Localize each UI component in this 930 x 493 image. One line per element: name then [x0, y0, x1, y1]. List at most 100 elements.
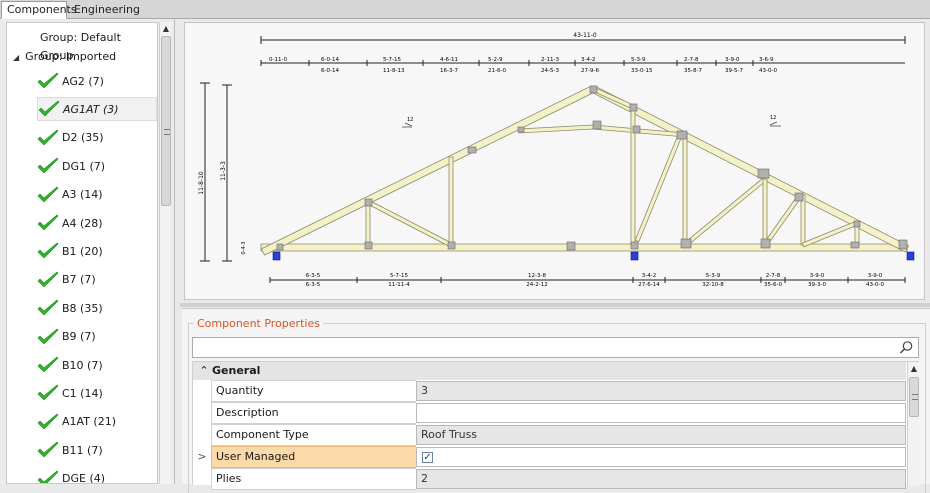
web	[365, 201, 371, 249]
properties-search-input[interactable]	[193, 338, 893, 357]
checkmark-icon	[37, 242, 59, 259]
checkmark-icon	[37, 214, 59, 231]
tree-scrollbar[interactable]: ▲	[159, 22, 171, 484]
tree-item[interactable]: B1 (20)	[37, 239, 157, 263]
bottom-cumulative-label: 6-3-5	[306, 282, 321, 288]
tree-item[interactable]: AG1AT (3)	[37, 97, 157, 122]
bearing-support	[906, 251, 915, 261]
height-total-label: 11-8-10	[198, 171, 205, 195]
tree-item[interactable]: B8 (35)	[37, 296, 157, 320]
connector-plate	[794, 192, 804, 202]
bottom-cumulative-label: 24-2-12	[526, 282, 547, 288]
row-indicator	[193, 380, 211, 402]
panel-splitter[interactable]	[180, 303, 930, 307]
top-dim-label: 4-6-11	[440, 57, 458, 63]
tab-bar: Components Engineering	[0, 0, 930, 19]
top-cumulative-label: 35-8-7	[684, 68, 702, 74]
property-value: 3	[416, 381, 906, 401]
tab-engineering[interactable]: Engineering	[68, 1, 140, 19]
web	[591, 86, 635, 110]
collapse-chevron-icon[interactable]: ⌃	[196, 362, 212, 380]
property-name[interactable]: Description	[211, 402, 416, 424]
tree-item[interactable]: DG1 (7)	[37, 154, 157, 178]
properties-search-box[interactable]	[192, 337, 919, 358]
property-row[interactable]: Component Type Roof Truss	[193, 424, 906, 446]
tree-item[interactable]: AG2 (7)	[37, 69, 157, 93]
web	[634, 131, 684, 243]
pitch-left-icon	[402, 122, 413, 128]
top-dim-label: 5-3-9	[631, 57, 646, 63]
bearing-support	[272, 251, 281, 261]
property-name[interactable]: Component Type	[211, 424, 416, 446]
tree-item[interactable]: A3 (14)	[37, 183, 157, 207]
property-row[interactable]: > User Managed ✓	[193, 446, 906, 468]
top-cumulative-label: 27-9-6	[581, 68, 599, 74]
tab-components[interactable]: Components	[1, 1, 77, 19]
top-dim-label: 3-6-9	[759, 57, 774, 63]
property-row[interactable]: Plies 2	[193, 468, 906, 490]
tree-item[interactable]: D2 (35)	[37, 126, 157, 150]
tree-group-default[interactable]: Group: Default Group	[40, 29, 157, 62]
property-value[interactable]: ✓	[416, 447, 906, 467]
property-value[interactable]	[416, 403, 906, 423]
properties-title: Component Properties	[194, 317, 323, 330]
connector-plate	[629, 103, 638, 112]
row-indicator	[193, 402, 211, 424]
connector-plate	[760, 238, 771, 249]
user-managed-checkbox[interactable]: ✓	[422, 452, 433, 463]
top-cumulative-label: 43-0-0	[759, 68, 777, 74]
top-chord-right	[590, 85, 910, 253]
tree-item-label: AG2 (7)	[62, 74, 104, 88]
tree-item[interactable]: A1AT (21)	[37, 410, 157, 434]
checkmark-icon	[37, 413, 59, 430]
bottom-dim-label: 3-9-0	[810, 273, 825, 279]
checkmark-icon	[37, 299, 59, 316]
pitch-right-icon	[769, 121, 781, 127]
connector-plate	[592, 120, 602, 130]
tree-item[interactable]: DGE (4)	[37, 467, 157, 483]
top-dim-label: 0-11-0	[269, 57, 287, 63]
property-row[interactable]: Description	[193, 402, 906, 424]
tree-item-label: B1 (20)	[62, 244, 103, 258]
checkmark-icon	[37, 271, 59, 288]
expand-triangle-icon[interactable]: ◢	[13, 53, 19, 62]
property-row[interactable]: Quantity 3	[193, 380, 906, 402]
heel-label: 0-4-3	[241, 241, 247, 254]
search-icon[interactable]	[899, 340, 914, 355]
tree-item[interactable]: C1 (14)	[37, 381, 157, 405]
property-name[interactable]: Plies	[211, 468, 416, 490]
tree-item[interactable]: B10 (7)	[37, 353, 157, 377]
property-value: 2	[416, 469, 906, 489]
bottom-cumulative-label: 27-6-14	[638, 282, 660, 288]
tree-item-label: B10 (7)	[62, 358, 103, 372]
scroll-up-arrow-icon[interactable]: ▲	[161, 24, 171, 34]
tree-item[interactable]: B11 (7)	[37, 438, 157, 462]
scroll-thumb[interactable]	[161, 36, 171, 206]
section-general[interactable]: ⌃ General	[193, 362, 906, 380]
connector-plate	[364, 198, 373, 207]
row-indicator	[193, 424, 211, 446]
tree-item-label: AG1AT (3)	[63, 102, 119, 116]
property-name[interactable]: User Managed	[211, 446, 416, 468]
property-name[interactable]: Quantity	[211, 380, 416, 402]
web	[683, 176, 767, 248]
truss-drawing[interactable]: 43-11-0 0-11-0 6-0-14 5-7-15 4-6-11 5-2-9 2-1…	[185, 23, 926, 301]
web	[801, 220, 859, 248]
tree-item[interactable]: B7 (7)	[37, 268, 157, 292]
tree-item[interactable]: B9 (7)	[37, 325, 157, 349]
property-grid-scrollbar[interactable]: ▲	[907, 362, 919, 486]
top-cumulative-label: 6-0-14	[321, 68, 339, 74]
bearing-support	[630, 251, 639, 261]
connector-plate	[757, 168, 770, 179]
top-dim-label: 5-7-15	[383, 57, 401, 63]
tree-group-imported[interactable]: ◢ Group: Imported	[13, 48, 116, 66]
tree-item-label: B7 (7)	[62, 273, 96, 287]
truss-drawing-panel: 43-11-0 0-11-0 6-0-14 5-7-15 4-6-11 5-2-9 2-1…	[184, 22, 925, 300]
top-cumulative-label: 21-6-0	[488, 68, 506, 74]
connector-plate	[630, 241, 639, 250]
connector-plate	[467, 146, 477, 154]
tree-item[interactable]: A4 (28)	[37, 211, 157, 235]
scroll-thumb[interactable]	[909, 377, 919, 417]
scroll-up-arrow-icon[interactable]: ▲	[909, 364, 919, 374]
top-cumulative-label: 24-5-3	[541, 68, 559, 74]
